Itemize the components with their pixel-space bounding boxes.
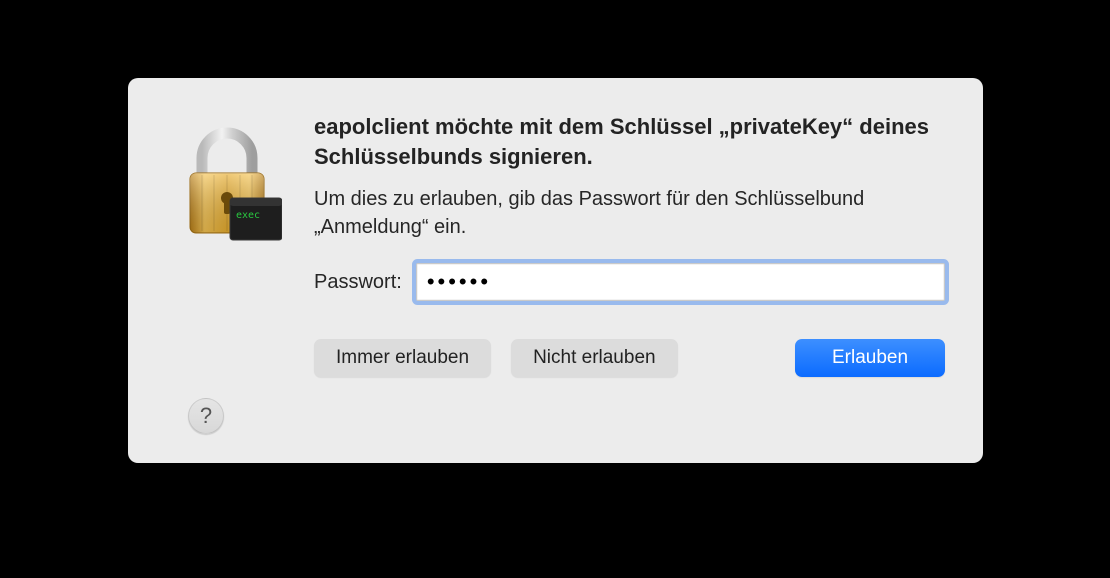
keychain-permission-dialog: exec ? eapolclient möchte mit dem Schlüs… <box>128 78 983 463</box>
password-input[interactable] <box>416 263 945 301</box>
lock-icon: exec <box>172 118 282 248</box>
help-button[interactable]: ? <box>188 398 224 434</box>
help-icon: ? <box>200 403 212 429</box>
dialog-subtitle: Um dies zu erlauben, gib das Passwort fü… <box>314 185 945 241</box>
svg-text:exec: exec <box>236 210 260 221</box>
dialog-content: eapolclient möchte mit dem Schlüssel „pr… <box>306 112 945 435</box>
password-label: Passwort: <box>314 271 402 294</box>
allow-button[interactable]: Erlauben <box>795 339 945 377</box>
dialog-icon-column: exec ? <box>166 112 306 435</box>
always-allow-button[interactable]: Immer erlauben <box>314 339 491 377</box>
password-row: Passwort: <box>314 263 945 301</box>
dialog-title: eapolclient möchte mit dem Schlüssel „pr… <box>314 112 945 171</box>
deny-button[interactable]: Nicht erlauben <box>511 339 678 377</box>
button-row: Immer erlauben Nicht erlauben Erlauben <box>314 339 945 377</box>
